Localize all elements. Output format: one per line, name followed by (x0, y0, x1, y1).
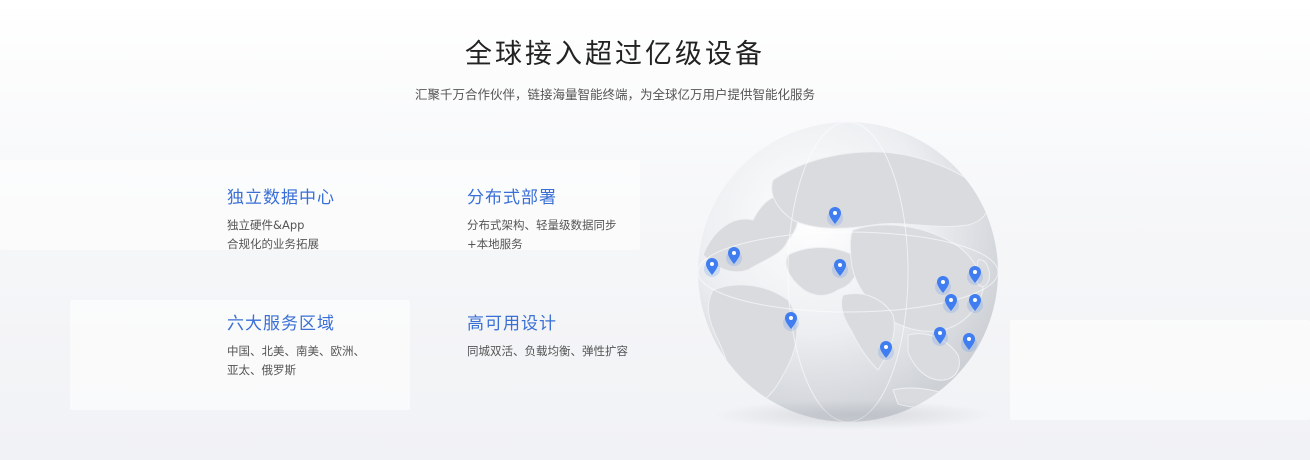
world-globe (693, 120, 1003, 430)
feature-title: 六大服务区域 (227, 314, 335, 334)
feature-title: 高可用设计 (467, 314, 557, 334)
feature-high-availability: 高可用设计 同城双活、负载均衡、弹性扩容 (467, 309, 687, 361)
feature-description: 分布式架构、轻量级数据同步 +本地服务 (467, 218, 617, 251)
feature-title: 分布式部署 (467, 188, 557, 208)
feature-distributed-deploy: 分布式部署 分布式架构、轻量级数据同步 +本地服务 (467, 183, 687, 254)
feature-description: 同城双活、负载均衡、弹性扩容 (467, 344, 628, 358)
background-panel (1010, 320, 1310, 420)
globe-illustration (698, 122, 998, 422)
feature-title: 独立数据中心 (227, 188, 335, 208)
page-title: 全球接入超过亿级设备 (465, 39, 765, 70)
feature-description: 独立硬件&App 合规化的业务拓展 (227, 218, 319, 251)
feature-service-regions: 六大服务区域 中国、北美、南美、欧洲、 亚太、俄罗斯 (227, 309, 447, 380)
feature-description: 中国、北美、南美、欧洲、 亚太、俄罗斯 (227, 344, 365, 377)
page-subtitle: 汇聚千万合作伙伴，链接海量智能终端，为全球亿万用户提供智能化服务 (414, 87, 815, 102)
globe-shadow (713, 400, 993, 430)
feature-data-center: 独立数据中心 独立硬件&App 合规化的业务拓展 (227, 183, 447, 254)
